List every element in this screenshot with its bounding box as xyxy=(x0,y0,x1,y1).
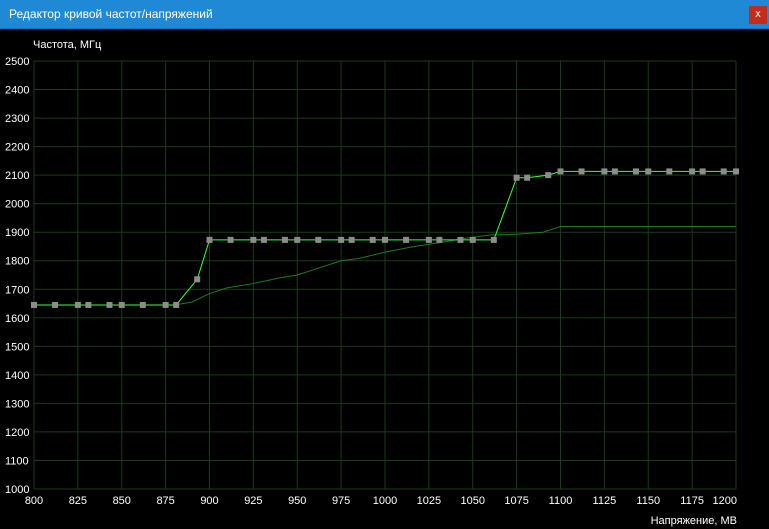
x-tick-label: 975 xyxy=(332,495,350,507)
x-axis-ticks: 800 825 850 875 900 925 950 975 1000 1025 1050 1075… xyxy=(25,495,737,507)
curve-point[interactable] xyxy=(338,236,345,243)
x-tick-label: 1175 xyxy=(680,495,704,507)
y-tick-label: 2000 xyxy=(5,199,29,211)
y-tick-label: 2200 xyxy=(5,142,29,154)
x-tick-label: 1125 xyxy=(593,495,617,507)
curve-point[interactable] xyxy=(281,236,288,243)
curve-point[interactable] xyxy=(457,236,464,243)
curve-point[interactable] xyxy=(403,236,410,243)
curve-point[interactable] xyxy=(52,301,59,308)
y-tick-label: 1400 xyxy=(5,370,29,382)
curve-point[interactable] xyxy=(545,172,552,179)
curve-point[interactable] xyxy=(85,301,92,308)
curve-point[interactable] xyxy=(557,168,564,175)
curve-point[interactable] xyxy=(369,236,376,243)
y-tick-label: 1800 xyxy=(5,256,29,268)
y-axis-title: Частота, МГц xyxy=(33,39,102,51)
curve-point[interactable] xyxy=(524,174,531,181)
curve-point[interactable] xyxy=(382,236,388,243)
curve-point[interactable] xyxy=(632,168,639,175)
curve-point[interactable] xyxy=(611,168,618,175)
x-tick-label: 800 xyxy=(25,495,43,507)
y-tick-label: 1600 xyxy=(5,313,29,325)
curve-point[interactable] xyxy=(699,168,706,175)
x-axis-title: Напряжение, МВ xyxy=(651,515,737,527)
curve-point[interactable] xyxy=(645,168,652,175)
x-tick-label: 1100 xyxy=(549,495,573,507)
x-tick-label: 1025 xyxy=(417,495,441,507)
curve-point[interactable] xyxy=(720,168,727,175)
x-tick-label: 825 xyxy=(69,495,87,507)
curve-point[interactable] xyxy=(260,236,267,243)
curve-point[interactable] xyxy=(513,174,520,181)
voltage-frequency-chart[interactable]: 1000 1100 1200 1300 1400 1500 1600 1700 1800 1900… xyxy=(0,29,769,529)
curve-point[interactable] xyxy=(425,236,432,243)
curve-point[interactable] xyxy=(250,236,257,243)
curve-point[interactable] xyxy=(601,168,608,175)
y-tick-label: 1500 xyxy=(5,341,29,353)
x-tick-label: 900 xyxy=(200,495,218,507)
curve-point[interactable] xyxy=(578,168,585,175)
x-tick-label: 1075 xyxy=(504,495,528,507)
curve-point[interactable] xyxy=(74,301,81,308)
curve-point[interactable] xyxy=(173,301,180,308)
x-tick-label: 875 xyxy=(156,495,174,507)
x-tick-label: 1150 xyxy=(636,495,660,507)
curve-point[interactable] xyxy=(139,301,146,308)
curve-point[interactable] xyxy=(206,236,213,243)
y-tick-label: 2500 xyxy=(5,56,29,68)
curve-point[interactable] xyxy=(194,276,201,283)
curve-point[interactable] xyxy=(106,301,113,308)
curve-point[interactable] xyxy=(469,236,476,243)
y-tick-label: 1300 xyxy=(5,398,29,410)
window-title: Редактор кривой частот/напряжений xyxy=(9,7,213,21)
x-tick-label: 950 xyxy=(288,495,306,507)
y-tick-label: 2400 xyxy=(5,85,29,97)
y-tick-label: 2300 xyxy=(5,113,29,125)
title-bar: Редактор кривой частот/напряжений x xyxy=(0,0,769,29)
y-tick-label: 2100 xyxy=(5,170,29,182)
x-tick-label: 925 xyxy=(244,495,262,507)
curve-point[interactable] xyxy=(436,236,443,243)
grid xyxy=(33,60,737,490)
y-tick-label: 1900 xyxy=(5,227,29,239)
curve-point[interactable] xyxy=(315,236,322,243)
x-tick-label: 1050 xyxy=(461,495,485,507)
curve-point[interactable] xyxy=(733,168,739,175)
close-button[interactable]: x xyxy=(749,6,767,24)
curve-point[interactable] xyxy=(666,168,673,175)
curve-point[interactable] xyxy=(294,236,301,243)
curve-point[interactable] xyxy=(162,301,169,308)
curve-point[interactable] xyxy=(31,301,37,308)
curve-point[interactable] xyxy=(689,168,696,175)
y-tick-label: 1200 xyxy=(5,427,29,439)
x-tick-label: 1000 xyxy=(373,495,397,507)
curve-point[interactable] xyxy=(227,236,234,243)
x-tick-label: 850 xyxy=(113,495,131,507)
chart-area[interactable]: 1000 1100 1200 1300 1400 1500 1600 1700 1800 1900… xyxy=(0,29,769,529)
y-tick-label: 1100 xyxy=(5,455,29,467)
y-axis-ticks: 1000110012001300140015001600170018001900… xyxy=(5,56,29,496)
x-tick-label: 1200 xyxy=(713,495,737,507)
curve-point[interactable] xyxy=(490,236,497,243)
curve-point[interactable] xyxy=(118,301,125,308)
curve-point[interactable] xyxy=(348,236,355,243)
y-tick-label: 1700 xyxy=(5,284,29,296)
